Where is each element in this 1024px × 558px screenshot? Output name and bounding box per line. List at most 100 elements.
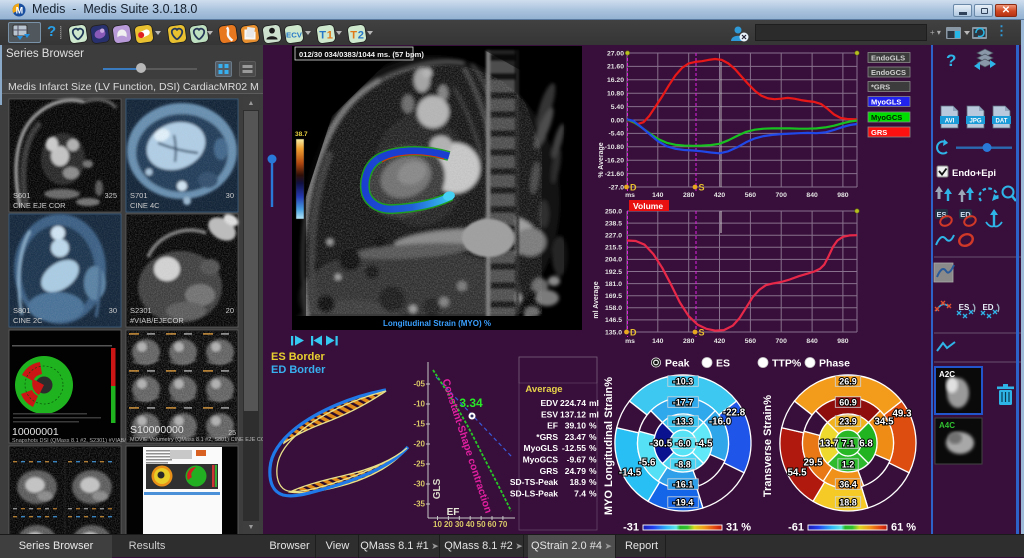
- svg-text:36.4: 36.4: [839, 479, 857, 489]
- svg-text:%: %: [589, 477, 597, 487]
- svg-text:-30: -30: [413, 480, 425, 489]
- svg-text:2: 2: [358, 29, 364, 41]
- svg-text:-16.0: -16.0: [709, 416, 732, 427]
- svg-text:204.0: 204.0: [605, 257, 622, 264]
- svg-text:30: 30: [226, 191, 234, 200]
- svg-text:EF: EF: [547, 421, 558, 431]
- svg-text:S: S: [699, 183, 705, 193]
- svg-text:31 %: 31 %: [726, 522, 751, 534]
- svg-text:AVI: AVI: [945, 119, 955, 125]
- svg-text:192.5: 192.5: [605, 269, 622, 276]
- svg-text:-61: -61: [788, 522, 804, 534]
- svg-text:ED Border: ED Border: [271, 364, 326, 376]
- svg-text:ED: ED: [982, 303, 993, 312]
- svg-text:%: %: [589, 455, 597, 465]
- svg-text:%: %: [589, 466, 597, 476]
- svg-text:-31: -31: [623, 522, 639, 534]
- svg-text:-14.5: -14.5: [619, 467, 642, 478]
- svg-text:-4.5: -4.5: [696, 438, 713, 449]
- svg-text:GLS: GLS: [432, 478, 443, 499]
- svg-text:280: 280: [683, 338, 695, 345]
- svg-text:70: 70: [498, 520, 507, 529]
- svg-text:-15: -15: [413, 420, 425, 429]
- svg-text:ml: ml: [589, 398, 599, 408]
- svg-text:250.0: 250.0: [605, 208, 622, 215]
- svg-text:49.3: 49.3: [892, 408, 912, 419]
- svg-text:DAT: DAT: [996, 119, 1008, 125]
- svg-text:10: 10: [433, 520, 442, 529]
- svg-text:S701: S701: [130, 191, 148, 200]
- svg-text:Phase: Phase: [819, 358, 850, 370]
- svg-text:20: 20: [226, 306, 234, 315]
- svg-text:420: 420: [714, 338, 726, 345]
- svg-text:700: 700: [776, 338, 788, 345]
- svg-text:CINE 2C: CINE 2C: [13, 316, 43, 325]
- svg-text:EDV: EDV: [541, 398, 559, 408]
- svg-text:-10.3: -10.3: [673, 376, 694, 386]
- svg-text:18.9: 18.9: [569, 477, 586, 487]
- svg-text:D: D: [630, 328, 637, 338]
- svg-text:MyoGLS: MyoGLS: [524, 443, 559, 453]
- svg-text:560: 560: [745, 192, 757, 199]
- svg-text:-21.60: -21.60: [605, 171, 624, 178]
- svg-text:-9.67: -9.67: [567, 455, 587, 465]
- svg-text:420: 420: [714, 192, 726, 199]
- svg-text:-10: -10: [413, 400, 425, 409]
- svg-text:S801: S801: [13, 306, 31, 315]
- svg-text:18.8: 18.8: [839, 497, 857, 507]
- svg-text:10000001: 10000001: [12, 426, 59, 438]
- svg-text:13.7: 13.7: [819, 438, 839, 449]
- svg-text:227.0: 227.0: [605, 233, 622, 240]
- svg-text:#VIAB/EJECOR: #VIAB/EJECOR: [130, 316, 184, 325]
- svg-text:ml Average: ml Average: [593, 281, 600, 318]
- svg-text:-5.40: -5.40: [609, 131, 625, 138]
- svg-text:-35: -35: [413, 500, 425, 509]
- svg-text:50: 50: [477, 520, 486, 529]
- svg-text:-20: -20: [413, 440, 425, 449]
- svg-text:-16.1: -16.1: [673, 479, 694, 489]
- svg-text:5.40: 5.40: [611, 104, 624, 111]
- svg-text:-27.0: -27.0: [609, 184, 625, 191]
- svg-text:A4C: A4C: [939, 421, 955, 430]
- svg-text:215.5: 215.5: [605, 245, 622, 252]
- svg-text:34.5: 34.5: [874, 416, 894, 427]
- svg-text:-12.55: -12.55: [562, 443, 586, 453]
- svg-text:16.20: 16.20: [607, 77, 624, 84]
- svg-text:%: %: [589, 432, 597, 442]
- svg-text:140: 140: [652, 192, 664, 199]
- svg-text:Peak: Peak: [665, 358, 690, 370]
- svg-text:840: 840: [806, 192, 818, 199]
- svg-text:10.80: 10.80: [607, 91, 624, 98]
- svg-text:980: 980: [837, 338, 849, 345]
- svg-text:D: D: [630, 183, 637, 193]
- svg-text:23.9: 23.9: [839, 416, 857, 426]
- svg-text:EndoGLS: EndoGLS: [871, 54, 905, 63]
- svg-text:EF: EF: [447, 507, 460, 518]
- svg-text:135.0: 135.0: [605, 329, 622, 336]
- svg-text:%: %: [589, 421, 597, 431]
- svg-text:30: 30: [109, 306, 117, 315]
- svg-text:-8.8: -8.8: [675, 459, 691, 469]
- svg-text:38.7: 38.7: [295, 131, 308, 138]
- svg-text:ECV: ECV: [286, 30, 303, 39]
- svg-text:146.5: 146.5: [605, 317, 622, 324]
- svg-text:54.5: 54.5: [787, 467, 807, 478]
- svg-text:26.9: 26.9: [839, 376, 857, 386]
- svg-text:158.0: 158.0: [605, 305, 622, 312]
- svg-text:137.12: 137.12: [560, 409, 586, 419]
- svg-text:Average: Average: [525, 384, 562, 395]
- svg-text:-17.7: -17.7: [673, 397, 694, 407]
- svg-text:GRS: GRS: [540, 466, 559, 476]
- svg-text:%: %: [589, 443, 597, 453]
- svg-text:-30.5: -30.5: [650, 438, 673, 449]
- svg-text:700: 700: [776, 192, 788, 199]
- svg-text:238.5: 238.5: [605, 220, 622, 227]
- svg-text:140: 140: [652, 338, 664, 345]
- svg-text:7.4: 7.4: [574, 488, 586, 498]
- svg-text:TTP%: TTP%: [772, 358, 802, 370]
- svg-text:*GRS: *GRS: [536, 432, 558, 442]
- svg-text:M: M: [16, 6, 24, 16]
- svg-text:-16.20: -16.20: [605, 158, 624, 165]
- svg-text:0.00: 0.00: [611, 117, 624, 124]
- svg-text:EndoGCS: EndoGCS: [871, 68, 906, 77]
